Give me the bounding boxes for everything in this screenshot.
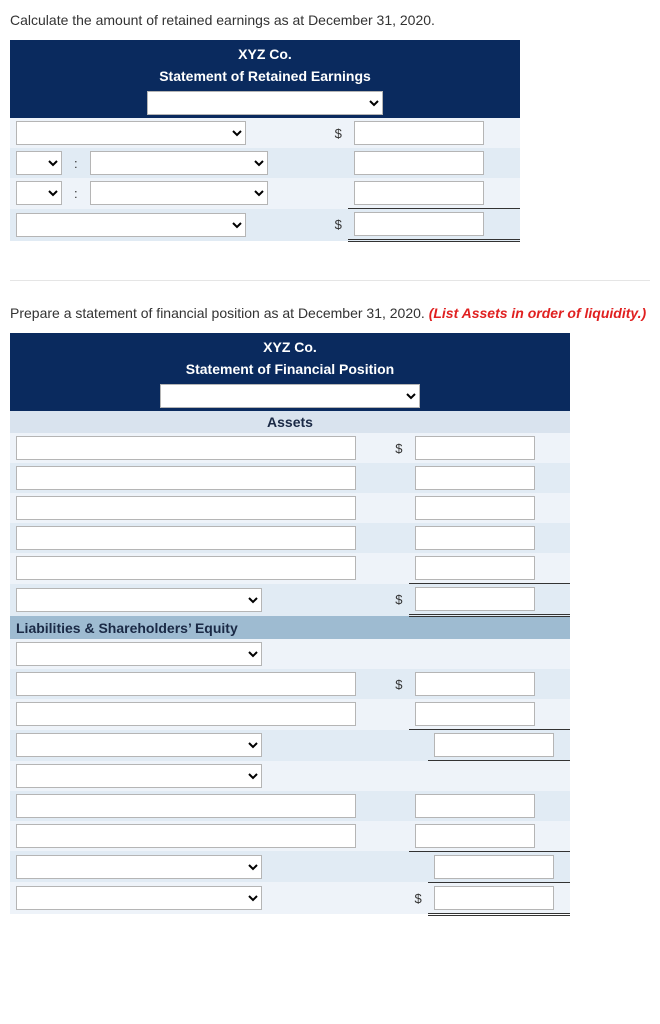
company-name: XYZ Co. <box>10 40 520 65</box>
total-liabilities-label[interactable] <box>16 733 262 757</box>
re-row3-amount[interactable] <box>354 181 484 205</box>
liab-row-label[interactable] <box>16 672 356 696</box>
asset-row-amount[interactable] <box>415 556 535 580</box>
re-row4-label[interactable] <box>16 213 246 237</box>
assets-total-amount[interactable] <box>415 587 535 611</box>
statement-title: Statement of Financial Position <box>10 358 570 381</box>
asset-row-amount[interactable] <box>415 526 535 550</box>
total-liabilities-amount[interactable] <box>434 733 554 757</box>
total-le-amount[interactable] <box>434 886 554 910</box>
dollar-sign: $ <box>329 209 348 241</box>
re-row2-label[interactable] <box>90 151 268 175</box>
asset-row-label[interactable] <box>16 436 356 460</box>
liab-row-amount[interactable] <box>415 672 535 696</box>
colon: : <box>68 148 84 178</box>
statement-title: Statement of Retained Earnings <box>10 65 520 88</box>
re-row2-amount[interactable] <box>354 151 484 175</box>
dollar-sign: $ <box>409 882 428 914</box>
re-row1-amount[interactable] <box>354 121 484 145</box>
asset-row-amount[interactable] <box>415 496 535 520</box>
company-name: XYZ Co. <box>10 333 570 358</box>
liab-row-label[interactable] <box>16 702 356 726</box>
asset-row-amount[interactable] <box>415 466 535 490</box>
asset-row-amount[interactable] <box>415 436 535 460</box>
se-row-label[interactable] <box>16 824 356 848</box>
se-row-amount[interactable] <box>415 824 535 848</box>
dollar-sign: $ <box>389 669 408 699</box>
liab-row-amount[interactable] <box>415 702 535 726</box>
assets-header: Assets <box>10 411 570 433</box>
asset-row-label[interactable] <box>16 556 356 580</box>
instruction-retained-earnings: Calculate the amount of retained earning… <box>10 12 650 28</box>
total-le-label[interactable] <box>16 886 262 910</box>
retained-earnings-table: XYZ Co. Statement of Retained Earnings $… <box>10 40 520 242</box>
re-row2-sign[interactable] <box>16 151 62 175</box>
asset-row-label[interactable] <box>16 466 356 490</box>
instruction-financial-position: Prepare a statement of financial positio… <box>10 305 650 321</box>
se-subtotal-label[interactable] <box>16 855 262 879</box>
liabilities-label[interactable] <box>16 642 262 666</box>
re-row3-sign[interactable] <box>16 181 62 205</box>
assets-total-label[interactable] <box>16 588 262 612</box>
liabilities-equity-header: Liabilities & Shareholders’ Equity <box>10 616 570 640</box>
date-select[interactable] <box>147 91 383 115</box>
asset-row-label[interactable] <box>16 526 356 550</box>
re-row3-label[interactable] <box>90 181 268 205</box>
se-row-label[interactable] <box>16 794 356 818</box>
dollar-sign: $ <box>389 433 408 463</box>
se-row-amount[interactable] <box>415 794 535 818</box>
asset-row-label[interactable] <box>16 496 356 520</box>
re-row1-label[interactable] <box>16 121 246 145</box>
owners-equity-label[interactable] <box>16 764 262 788</box>
dollar-sign: $ <box>329 118 348 148</box>
re-row4-amount[interactable] <box>354 212 484 236</box>
date-select[interactable] <box>160 384 420 408</box>
se-subtotal-amount[interactable] <box>434 855 554 879</box>
colon: : <box>68 178 84 209</box>
dollar-sign: $ <box>389 584 408 616</box>
financial-position-table: XYZ Co. Statement of Financial Position … <box>10 333 570 916</box>
